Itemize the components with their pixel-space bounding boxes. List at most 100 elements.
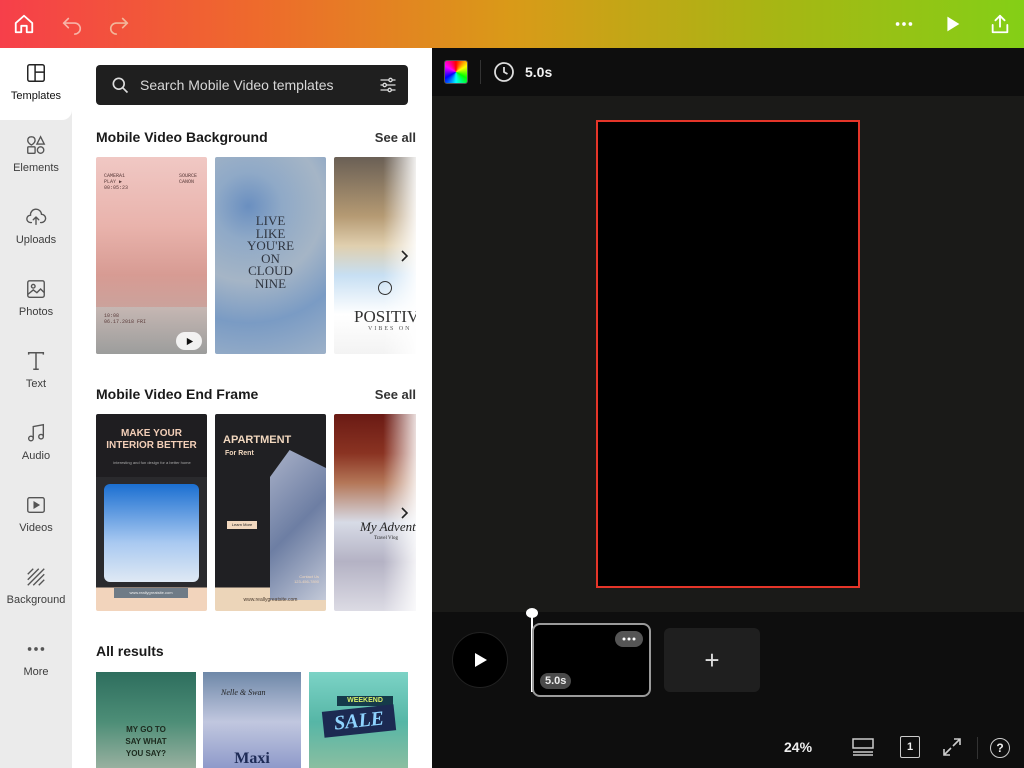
template-thumbnail[interactable]: APARTMENT For Rent Learn More Contact Us…	[215, 414, 326, 611]
home-icon	[14, 14, 34, 34]
templates-icon	[27, 64, 45, 82]
rail-label: Photos	[18, 306, 54, 318]
photos-icon	[27, 280, 45, 298]
grid-view-icon	[852, 738, 874, 756]
add-page-button[interactable]: +	[664, 628, 760, 692]
undo-icon	[62, 17, 81, 35]
result-thumbnail[interactable]: MY GO TO SAY WHAT YOU SAY?	[96, 672, 196, 768]
rail-item-templates[interactable]: Templates	[0, 48, 72, 120]
undo-button[interactable]	[56, 8, 88, 40]
timeline: 5.0s +	[432, 608, 1024, 720]
top-bar	[0, 0, 1024, 48]
chevron-right-icon	[401, 250, 409, 262]
clip-options-button[interactable]	[615, 631, 643, 647]
template-text: For Rent	[225, 450, 254, 457]
rail-label: Videos	[19, 522, 53, 534]
see-all-link[interactable]: See all	[375, 130, 416, 145]
duration-control[interactable]: 5.0s	[492, 60, 552, 84]
timeline-play-button[interactable]	[452, 632, 508, 688]
fullscreen-button[interactable]	[942, 737, 962, 762]
plus-icon: +	[704, 644, 720, 675]
template-text: CAMERA1 PLAY ▶ 00:05:23	[104, 173, 129, 191]
template-row-backgrounds: CAMERA1 PLAY ▶ 00:05:23 SOURCE CANON 10:…	[96, 157, 416, 354]
row-next-button[interactable]	[392, 501, 416, 525]
more-horizontal-icon	[622, 637, 636, 641]
result-thumbnail[interactable]: WEEKEND SALE	[309, 672, 408, 768]
grid-view-button[interactable]	[852, 738, 874, 761]
rail-label: More	[23, 666, 49, 678]
see-all-link[interactable]: See all	[375, 387, 416, 402]
template-text: SALE	[321, 704, 397, 738]
more-icon	[27, 647, 45, 651]
templates-panel: Search Mobile Video templates Mobile Vid…	[72, 48, 432, 768]
redo-icon	[110, 17, 129, 35]
zoom-level[interactable]: 24%	[784, 739, 812, 755]
template-text: VIBES ON	[368, 326, 412, 332]
clock-icon	[494, 62, 514, 82]
template-thumbnail[interactable]: MAKE YOUR INTERIOR BETTER interesting an…	[96, 414, 207, 611]
template-row-end-frames: MAKE YOUR INTERIOR BETTER interesting an…	[96, 414, 416, 611]
share-button[interactable]	[984, 8, 1016, 40]
playhead-handle[interactable]	[526, 608, 538, 618]
side-rail: Templates Elements Uploads Photos Text A…	[0, 48, 72, 768]
rail-item-text[interactable]: Text	[0, 336, 72, 408]
elements-icon	[27, 135, 46, 154]
divider	[480, 60, 481, 84]
rail-item-photos[interactable]: Photos	[0, 264, 72, 336]
template-text: MY GO TO SAY WHAT YOU SAY?	[125, 725, 167, 758]
share-icon	[991, 14, 1009, 34]
rail-item-elements[interactable]: Elements	[0, 120, 72, 192]
divider	[977, 737, 978, 759]
videos-icon	[27, 496, 45, 514]
page-count-button[interactable]: 1	[900, 736, 920, 758]
present-button[interactable]	[936, 8, 968, 40]
fullscreen-icon	[943, 738, 961, 756]
audio-icon	[27, 423, 45, 442]
rail-item-uploads[interactable]: Uploads	[0, 192, 72, 264]
rail-item-videos[interactable]: Videos	[0, 480, 72, 552]
play-icon	[475, 653, 487, 667]
color-palette-icon[interactable]	[444, 60, 468, 84]
template-text: 10:08 06.17.2018 FRI	[104, 313, 147, 325]
section-title: Mobile Video End Frame	[96, 386, 259, 402]
background-icon	[27, 568, 45, 586]
rail-label: Audio	[21, 450, 51, 462]
play-icon	[186, 337, 193, 345]
template-text: Travel Vlog	[374, 536, 399, 541]
home-button[interactable]	[8, 8, 40, 40]
bottom-bar: 24% 1 ?	[432, 720, 1024, 768]
rail-item-audio[interactable]: Audio	[0, 408, 72, 480]
row-next-button[interactable]	[392, 244, 416, 268]
template-button: Learn More	[227, 521, 257, 529]
search-box[interactable]: Search Mobile Video templates	[96, 65, 408, 105]
template-text: www.reallygreatsite.com	[243, 597, 298, 603]
filter-icon[interactable]	[378, 75, 398, 95]
template-thumbnail[interactable]: CAMERA1 PLAY ▶ 00:05:23 SOURCE CANON 10:…	[96, 157, 207, 354]
rail-label: Elements	[13, 162, 59, 174]
logo-mark	[378, 281, 392, 295]
template-thumbnail[interactable]: LIVE LIKE YOU'RE ON CLOUD NINE	[215, 157, 326, 354]
search-icon	[112, 77, 129, 94]
editor-toolbar: 5.0s	[432, 48, 1024, 96]
template-text: www.reallygreatsite.com	[114, 588, 188, 598]
rail-label: Templates	[10, 90, 62, 102]
rail-label: Background	[6, 594, 66, 606]
more-options-button[interactable]	[888, 8, 920, 40]
rail-item-background[interactable]: Background	[0, 552, 72, 624]
template-text: Maxi	[234, 750, 270, 767]
more-horizontal-icon	[895, 22, 913, 26]
template-text: Nelle & Swan	[221, 688, 266, 697]
search-input[interactable]: Search Mobile Video templates	[140, 77, 378, 93]
template-text: LIVE LIKE YOU'RE ON CLOUD NINE	[246, 213, 295, 291]
result-thumbnail[interactable]: Nelle & Swan Maxi	[203, 672, 301, 768]
section-title: Mobile Video Background	[96, 129, 268, 145]
chevron-right-icon	[401, 507, 409, 519]
section-title: All results	[96, 643, 164, 659]
play-icon	[947, 16, 960, 32]
design-page[interactable]	[596, 120, 860, 588]
rail-item-more[interactable]: More	[0, 624, 72, 696]
text-icon	[27, 352, 45, 370]
timeline-clip[interactable]: 5.0s	[532, 623, 651, 697]
redo-button[interactable]	[103, 8, 135, 40]
help-icon[interactable]: ?	[990, 738, 1010, 758]
